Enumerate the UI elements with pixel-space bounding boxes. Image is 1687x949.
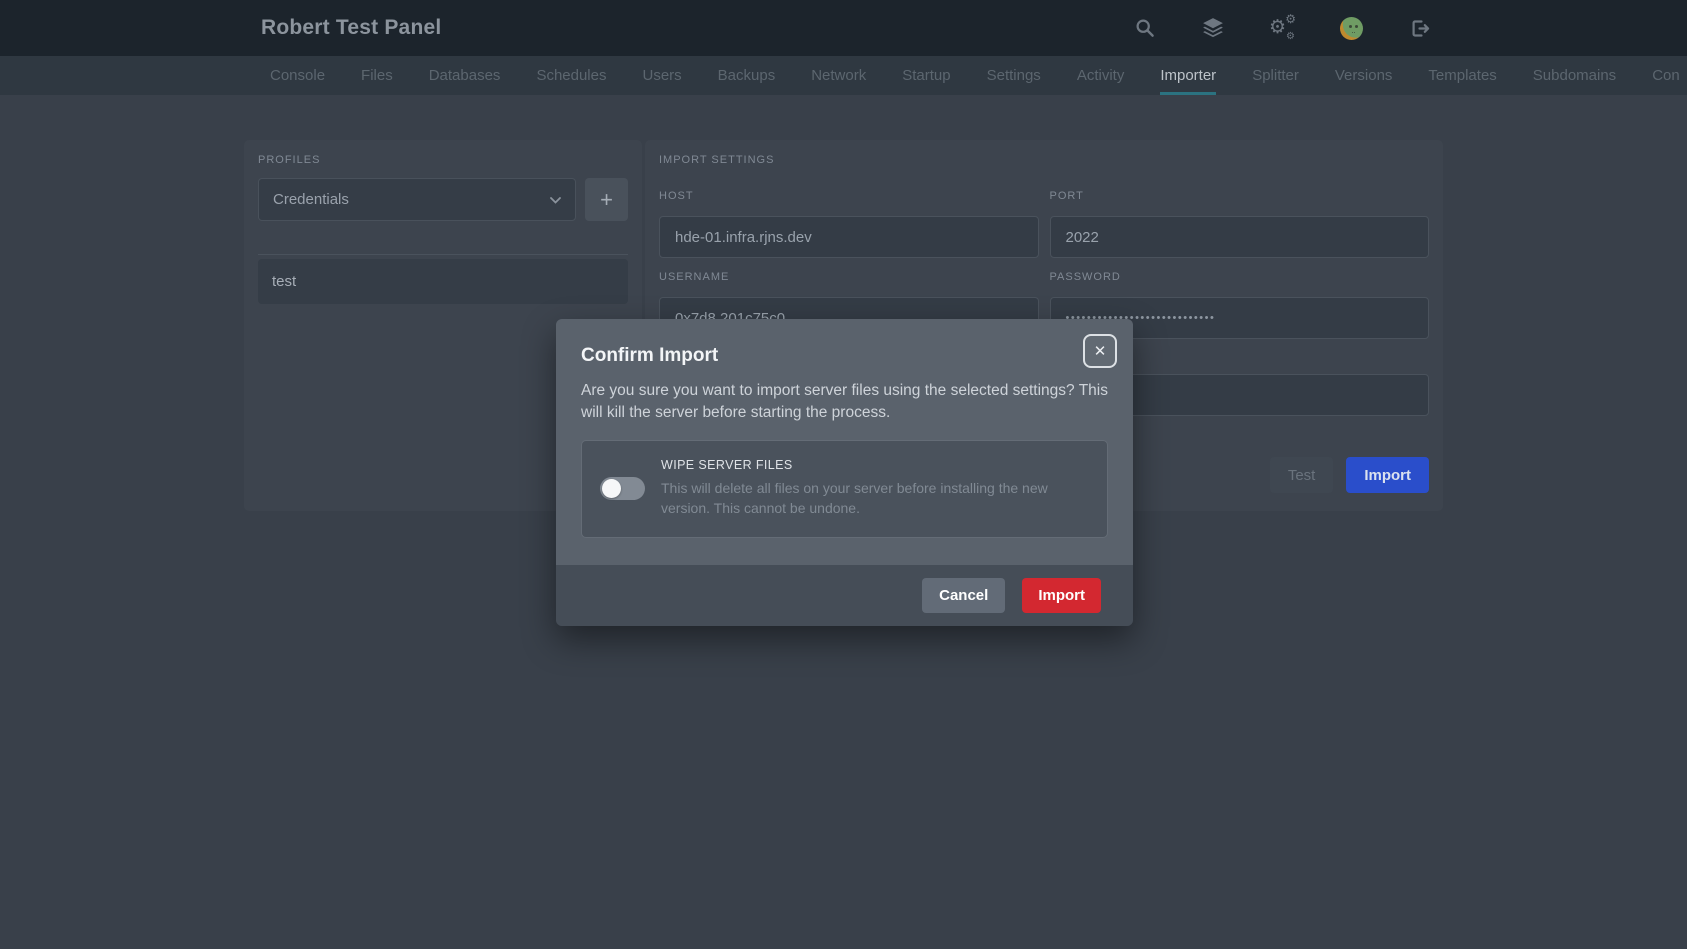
tab-settings[interactable]: Settings	[987, 56, 1041, 95]
import-settings-title: IMPORT SETTINGS	[659, 154, 1429, 166]
tab-templates[interactable]: Templates	[1428, 56, 1496, 95]
port-label: PORT	[1050, 190, 1430, 202]
add-profile-button[interactable]: +	[585, 178, 628, 221]
modal-footer: Cancel Import	[556, 565, 1133, 626]
wipe-toggle[interactable]	[600, 477, 645, 500]
cogs-icon[interactable]: ⚙⚙⚙	[1270, 17, 1294, 39]
wipe-label: WIPE SERVER FILES	[661, 458, 1085, 472]
nav-bar: Console Files Databases Schedules Users …	[0, 56, 1687, 95]
close-icon[interactable]: ✕	[1083, 334, 1117, 368]
port-input[interactable]: 2022	[1050, 216, 1430, 258]
modal-message: Are you sure you want to import server f…	[581, 380, 1108, 425]
confirm-import-modal: Confirm Import ✕ Are you sure you want t…	[556, 319, 1133, 626]
search-icon[interactable]	[1134, 17, 1156, 39]
wipe-toggle-knob	[602, 479, 621, 498]
tab-config-truncated[interactable]: Con	[1652, 56, 1680, 95]
avatar[interactable]	[1340, 17, 1363, 40]
header-icon-row: ⚙⚙⚙	[1134, 0, 1431, 56]
tab-console[interactable]: Console	[270, 56, 325, 95]
tab-databases[interactable]: Databases	[429, 56, 501, 95]
tab-network[interactable]: Network	[811, 56, 866, 95]
host-input[interactable]: hde-01.infra.rjns.dev	[659, 216, 1039, 258]
profile-select-value: Credentials	[273, 191, 349, 208]
tab-activity[interactable]: Activity	[1077, 56, 1125, 95]
profile-select[interactable]: Credentials	[258, 178, 576, 221]
profile-list-item[interactable]: test	[258, 259, 628, 304]
password-label: PASSWORD	[1050, 271, 1430, 283]
layers-icon[interactable]	[1202, 17, 1224, 39]
tab-splitter[interactable]: Splitter	[1252, 56, 1299, 95]
tab-backups[interactable]: Backups	[718, 56, 776, 95]
tab-schedules[interactable]: Schedules	[536, 56, 606, 95]
tab-importer[interactable]: Importer	[1160, 56, 1216, 95]
import-button[interactable]: Import	[1346, 457, 1429, 493]
tab-versions[interactable]: Versions	[1335, 56, 1393, 95]
chevron-down-icon	[550, 191, 561, 208]
profiles-panel-title: PROFILES	[258, 154, 628, 166]
username-label: USERNAME	[659, 271, 1039, 283]
tab-users[interactable]: Users	[643, 56, 682, 95]
test-connection-button[interactable]: Test	[1270, 457, 1334, 493]
header: Robert Test Panel ⚙⚙⚙	[0, 0, 1687, 56]
wipe-description: This will delete all files on your serve…	[661, 479, 1085, 518]
wipe-server-files-box: WIPE SERVER FILES This will delete all f…	[581, 440, 1108, 538]
divider	[258, 254, 628, 255]
app-title: Robert Test Panel	[261, 16, 441, 40]
plus-icon: +	[600, 187, 613, 213]
tab-files[interactable]: Files	[361, 56, 393, 95]
tab-startup[interactable]: Startup	[902, 56, 950, 95]
confirm-import-button[interactable]: Import	[1022, 578, 1101, 613]
sign-out-icon[interactable]	[1409, 17, 1431, 39]
cancel-button[interactable]: Cancel	[922, 578, 1005, 613]
modal-title: Confirm Import	[581, 345, 1108, 367]
tab-subdomains[interactable]: Subdomains	[1533, 56, 1616, 95]
host-label: HOST	[659, 190, 1039, 202]
